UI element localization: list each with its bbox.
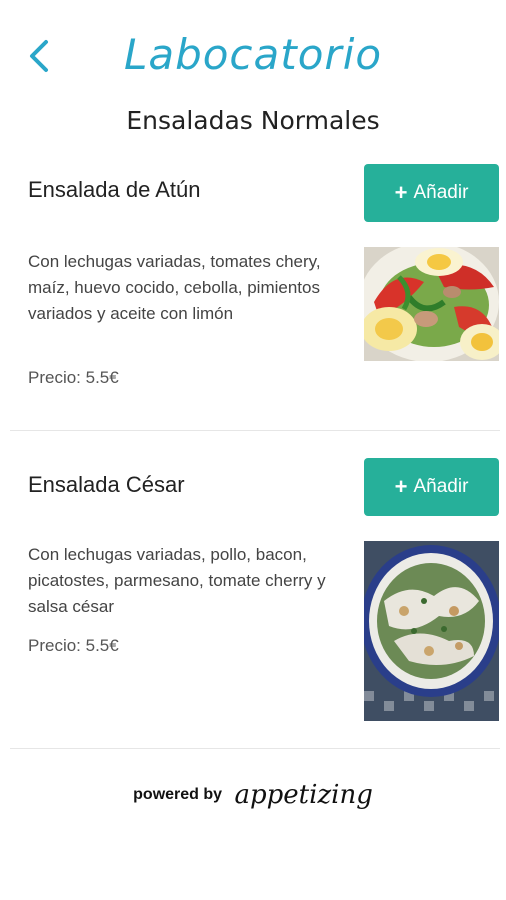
item-name: Ensalada de Atún (28, 177, 201, 202)
item-price: Precio: 5.5€ (28, 636, 119, 655)
plus-icon: + (394, 474, 408, 499)
plus-icon: + (394, 180, 408, 205)
item-price: Precio: 5.5€ (28, 368, 119, 387)
item-description: Con lechugas variadas, pollo, bacon, pic… (28, 545, 326, 616)
powered-by-label: powered by (133, 786, 223, 803)
appetizing-logo[interactable]: appetizing (235, 780, 373, 810)
app-header: Labocatorio Ensaladas Normales (0, 0, 506, 135)
category-title: Ensaladas Normales (126, 106, 380, 135)
caesar-salad-photo (364, 541, 499, 721)
item-description: Con lechugas variadas, tomates chery, ma… (28, 252, 321, 323)
add-button-label: Añadir (413, 476, 469, 497)
add-button[interactable]: + Añadir (364, 458, 499, 516)
add-button[interactable]: + Añadir (364, 164, 499, 222)
tuna-salad-photo (364, 247, 499, 361)
add-button-label: Añadir (413, 182, 469, 203)
item-divider (10, 748, 500, 749)
item-divider (10, 430, 500, 431)
item-name: Ensalada César (28, 472, 185, 497)
restaurant-title: Labocatorio (123, 30, 383, 79)
powered-by-footer: powered by appetizing (0, 780, 506, 810)
